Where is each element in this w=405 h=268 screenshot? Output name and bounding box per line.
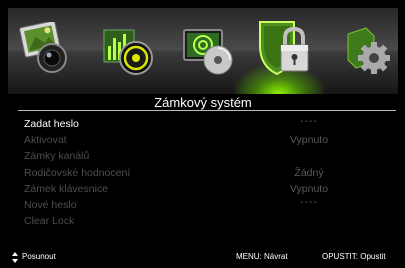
- exit-hint: OPUSTIT: Opustit: [322, 252, 386, 261]
- menu-item-value: Vypnuto: [289, 134, 329, 147]
- menu-item-value: Žádný: [294, 166, 324, 179]
- menu-item-new-password[interactable]: Nové heslo ----: [24, 195, 394, 213]
- menu-item-channel-locks[interactable]: Zámky kanálů: [24, 148, 394, 164]
- footer-hints: Posunout MENU: Návrat OPUSTIT: Opustit: [8, 252, 398, 264]
- menu-item-label: Zámky kanálů: [24, 150, 90, 163]
- move-label: Posunout: [22, 252, 56, 261]
- menu-item-label: Zadat heslo: [24, 118, 79, 130]
- menu-title: Zámkový systém: [154, 95, 252, 110]
- menu-item-label: Clear Lock: [24, 215, 75, 228]
- title-divider: [18, 110, 396, 111]
- menu-item-value: ----: [300, 195, 318, 208]
- menu-item-parental-rating[interactable]: Rodičovské hodnocení Žádný: [24, 165, 394, 181]
- lock-system-icon[interactable]: [254, 16, 316, 82]
- picture-settings-icon[interactable]: [18, 22, 70, 78]
- up-down-arrows-icon: [12, 252, 18, 263]
- menu-item-label: Zámek klávesnice: [24, 182, 109, 195]
- sound-settings-icon[interactable]: [100, 24, 156, 78]
- menu-item-label: Aktivovat: [24, 134, 67, 147]
- menu-back-hint: MENU: Návrat: [236, 252, 288, 261]
- menu-item-value: ----: [300, 115, 318, 127]
- menu-icon-bar: [8, 8, 398, 94]
- setup-gear-icon[interactable]: [344, 26, 394, 78]
- menu-item-activate[interactable]: Aktivovat Vypnuto: [24, 132, 394, 148]
- menu-item-clear-lock[interactable]: Clear Lock: [24, 213, 394, 229]
- menu-item-label: Rodičovské hodnocení: [24, 166, 131, 179]
- menu-item-enter-password[interactable]: Zadat heslo ----: [24, 115, 394, 132]
- lock-menu-list: Zadat heslo ---- Aktivovat Vypnuto Zámky…: [24, 115, 394, 229]
- menu-item-label: Nové heslo: [24, 198, 77, 211]
- osd-menu: Zámkový systém Zadat heslo ---- Aktivova…: [8, 8, 398, 264]
- channel-settings-icon[interactable]: [182, 26, 240, 78]
